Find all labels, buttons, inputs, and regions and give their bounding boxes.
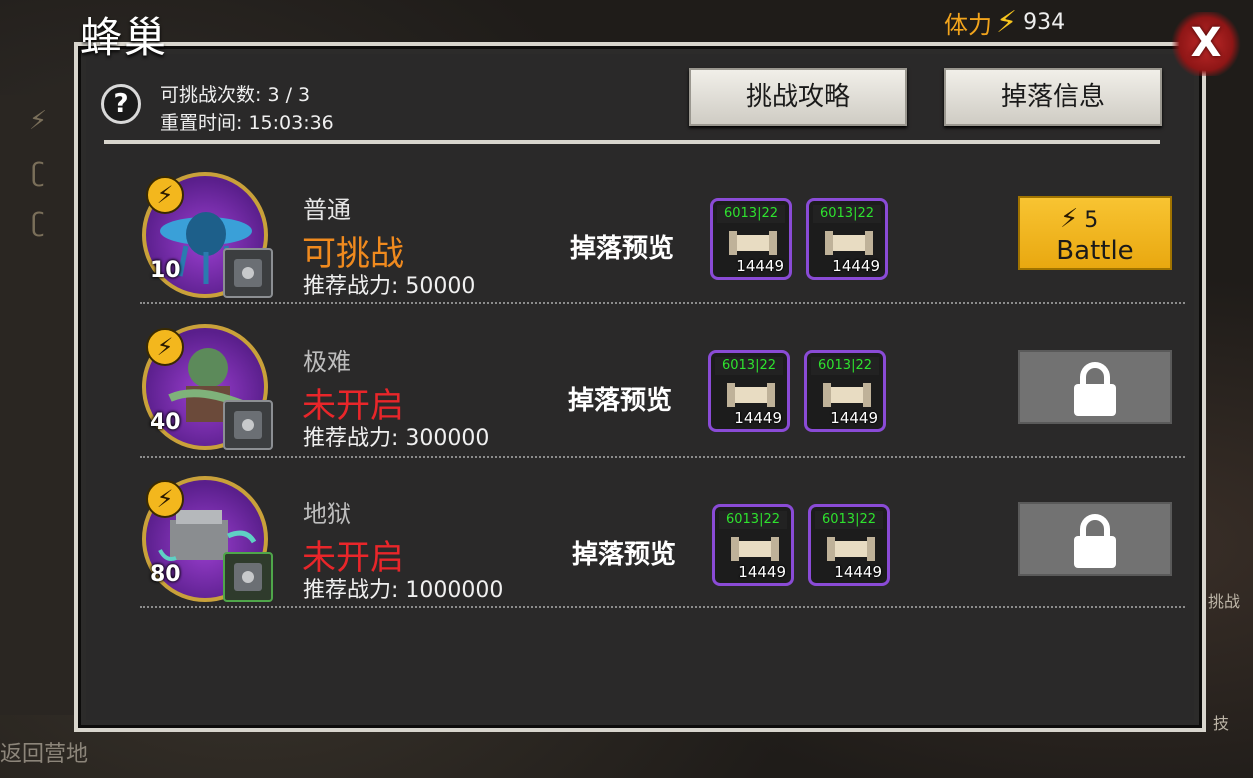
drop-item[interactable]: 6013|22 14449	[808, 504, 890, 586]
equipment-badge	[223, 248, 273, 298]
close-icon: X	[1190, 20, 1222, 66]
boss-level: 10	[150, 258, 181, 283]
drop-item-count: 14449	[736, 257, 784, 275]
equipment-badge	[223, 552, 273, 602]
scroll-icon	[823, 383, 871, 407]
drop-item[interactable]: 6013|22 14449	[710, 198, 792, 280]
scroll-icon	[827, 537, 875, 561]
lightning-icon: ⚡	[146, 176, 184, 214]
row-divider	[140, 456, 1185, 458]
scroll-icon	[731, 537, 779, 561]
attempts-text: 可挑战次数: 3 / 3	[160, 84, 311, 106]
drop-item-count: 14449	[738, 563, 786, 581]
background-sidebar: ⚡ ʗ ʗ	[0, 95, 80, 715]
drop-item[interactable]: 6013|22 14449	[806, 198, 888, 280]
recommended-power: 推荐战力: 1000000	[303, 578, 504, 603]
header-divider	[104, 140, 1160, 144]
difficulty-label: 普通	[303, 196, 351, 224]
lightning-icon: ⚡	[28, 106, 48, 136]
lock-icon-body	[1074, 536, 1116, 568]
close-button[interactable]: X	[1170, 12, 1242, 76]
drop-item[interactable]: 6013|22 14449	[712, 504, 794, 586]
drop-preview-label: 掉落预览	[570, 234, 675, 264]
drop-item-code: 6013|22	[719, 511, 787, 529]
stamina-value: 934	[1023, 9, 1066, 35]
stamina-display: 体力 ⚡ 934	[944, 4, 1066, 40]
locked-button[interactable]	[1018, 502, 1172, 576]
drop-item-count: 14449	[830, 409, 878, 427]
boss-level: 80	[150, 562, 181, 587]
difficulty-label: 地狱	[303, 500, 351, 528]
row-divider	[140, 606, 1185, 608]
lock-icon-body	[1074, 384, 1116, 416]
background-skill-label: 技	[1213, 714, 1230, 733]
drop-item-code: 6013|22	[815, 511, 883, 529]
scroll-icon	[727, 383, 775, 407]
lightning-icon: ⚡	[146, 328, 184, 366]
lightning-icon: ⚡	[996, 4, 1018, 40]
recommended-power: 推荐战力: 50000	[303, 274, 476, 299]
return-camp-label: 返回营地	[0, 742, 89, 767]
lightning-icon: ⚡	[1060, 204, 1079, 234]
battle-label: Battle	[1056, 236, 1134, 266]
equipment-badge	[223, 400, 273, 450]
drop-item-code: 6013|22	[717, 205, 785, 223]
reset-time-text: 重置时间: 15:03:36	[160, 112, 334, 134]
challenge-guide-button[interactable]: 挑战攻略	[689, 68, 907, 126]
lightning-icon: ⚡	[146, 480, 184, 518]
drop-item-count: 14449	[832, 257, 880, 275]
question-icon[interactable]: ?	[101, 84, 141, 124]
stamina-label: 体力	[944, 10, 992, 39]
battle-cost: 5	[1084, 208, 1099, 233]
drop-preview-label: 掉落预览	[568, 386, 673, 416]
battle-button[interactable]: ⚡ 5 Battle	[1018, 196, 1172, 270]
boss-level: 40	[150, 410, 181, 435]
recommended-power: 推荐战力: 300000	[303, 426, 490, 451]
background-challenge-label: 挑战	[1208, 592, 1241, 611]
drop-preview-label: 掉落预览	[572, 540, 677, 570]
difficulty-label: 极难	[303, 348, 351, 376]
locked-button[interactable]	[1018, 350, 1172, 424]
arm-icon: ʗ	[31, 208, 45, 238]
drop-item-code: 6013|22	[813, 205, 881, 223]
drop-item-count: 14449	[734, 409, 782, 427]
drop-item-count: 14449	[834, 563, 882, 581]
row-divider	[140, 302, 1185, 304]
drop-item[interactable]: 6013|22 14449	[804, 350, 886, 432]
scroll-icon	[729, 231, 777, 255]
scroll-icon	[825, 231, 873, 255]
drop-item-code: 6013|22	[715, 357, 783, 375]
arm-icon: ʗ	[31, 158, 45, 188]
drop-info-button[interactable]: 掉落信息	[944, 68, 1162, 126]
drop-item[interactable]: 6013|22 14449	[708, 350, 790, 432]
drop-item-code: 6013|22	[811, 357, 879, 375]
page-title: 蜂巢	[80, 13, 169, 62]
